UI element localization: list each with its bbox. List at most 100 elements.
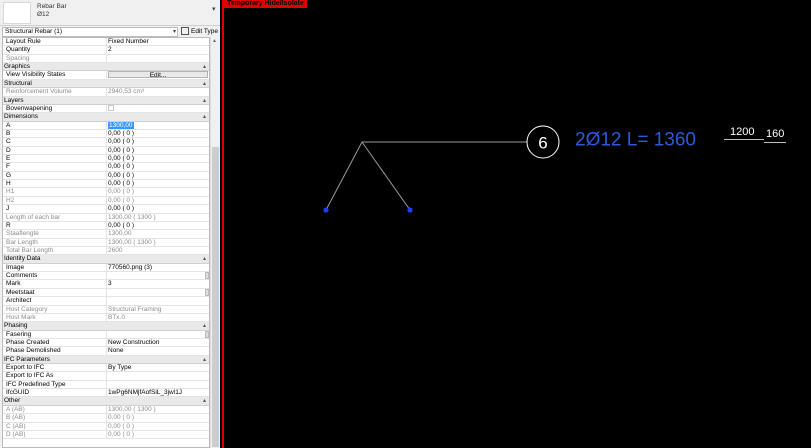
collapse-chevron-icon[interactable]: ▴	[203, 97, 206, 105]
property-value[interactable]: 770560.png (3)	[106, 263, 209, 272]
property-value[interactable]: 0,00 ( 0 )	[106, 180, 209, 188]
property-value-text: 0,00 ( 0 )	[108, 414, 135, 422]
property-value[interactable]: 0,00 ( 0 )	[106, 129, 209, 138]
property-name: Bovenwapening	[6, 104, 53, 112]
property-value: Structural Framing	[106, 305, 209, 313]
property-row-a: A 1300,00	[3, 121, 209, 130]
collapse-chevron-icon[interactable]: ▴	[203, 322, 206, 330]
property-value[interactable]	[106, 330, 209, 338]
property-row-phase-demolished: Phase Demolished None	[3, 347, 209, 356]
rebar-tag-label[interactable]: 2Ø12 L= 1360	[575, 130, 696, 151]
collapse-chevron-icon[interactable]: ▴	[203, 255, 206, 263]
property-value[interactable]: Edit...	[106, 71, 209, 79]
bar-dimension-right: 160	[766, 128, 784, 140]
property-value: 0,00 ( 0 )	[106, 422, 209, 430]
property-row-h1: H1 0,00 ( 0 )	[3, 188, 209, 197]
property-value-text: New Construction	[108, 338, 160, 346]
property-value[interactable]: Fixed Number	[106, 38, 209, 46]
property-value[interactable]: 2	[106, 46, 209, 54]
properties-scrollbar[interactable]: ▲	[210, 37, 219, 448]
chevron-down-icon[interactable]: ▾	[212, 5, 216, 13]
property-value[interactable]: 1wPg6NMjfAofSiL_3jwl1J	[106, 389, 209, 397]
collapse-chevron-icon[interactable]: ▴	[203, 80, 206, 88]
property-value: 0,00 ( 0 )	[106, 430, 209, 439]
property-value[interactable]	[106, 104, 209, 113]
property-value[interactable]	[106, 297, 209, 305]
property-value-text: 0,00 ( 0 )	[108, 138, 135, 146]
property-row-length-of-each-bar: Length of each bar 1300,00 ( 1300 )	[3, 213, 209, 222]
property-row-bar-length: Bar Length 1300,00 ( 1300 )	[3, 238, 209, 247]
group-structural[interactable]: Structural ▴	[3, 79, 209, 89]
property-value[interactable]: None	[106, 347, 209, 355]
property-name: B	[6, 129, 11, 137]
edit-type-button[interactable]: Edit Type	[181, 27, 218, 37]
property-name: Phase Created	[6, 338, 50, 346]
collapse-chevron-icon[interactable]: ▴	[203, 397, 206, 405]
group-graphics[interactable]: Graphics ▴	[3, 63, 209, 72]
property-row-r: R 0,00 ( 0 )	[3, 221, 209, 231]
type-selector[interactable]: Rebar Bar Ø12 ▾	[0, 0, 220, 26]
property-name: Staaflengte	[6, 230, 39, 238]
property-value: 0,00 ( 0 )	[106, 188, 209, 196]
property-row-mark: Mark 3	[3, 280, 209, 289]
property-value[interactable]: New Construction	[106, 338, 209, 347]
property-value-text: By Type	[108, 364, 132, 372]
edit-visibility-button[interactable]: Edit...	[108, 71, 208, 79]
property-value[interactable]: 3	[106, 280, 209, 288]
property-value-text: 0,00 ( 0 )	[108, 180, 135, 188]
property-value[interactable]: 0,00 ( 0 )	[106, 171, 209, 180]
scroll-up-icon[interactable]: ▲	[212, 38, 217, 44]
leader-end-dot-right[interactable]	[407, 207, 413, 213]
field-browse-button[interactable]	[205, 288, 209, 296]
property-value-text: 0,00 ( 0 )	[108, 422, 135, 430]
property-name: A	[6, 121, 11, 129]
property-value[interactable]: 0,00 ( 0 )	[106, 163, 209, 171]
property-row-ifc-predefined-type: IFC Predefined Type	[3, 380, 209, 390]
group-other[interactable]: Other ▴	[3, 397, 209, 406]
group-phasing[interactable]: Phasing ▴	[3, 322, 209, 331]
property-value[interactable]: 0,00 ( 0 )	[106, 138, 209, 146]
property-row-h2: H2 0,00 ( 0 )	[3, 196, 209, 206]
property-row-spacing: Spacing	[3, 54, 209, 64]
property-value[interactable]: By Type	[106, 364, 209, 372]
property-name: Phase Demolished	[6, 347, 61, 355]
scrollbar-thumb[interactable]	[212, 147, 219, 447]
group-layers[interactable]: Layers ▴	[3, 96, 209, 105]
drawing-view[interactable]: 6 2Ø12 L= 1360 1200 160 Temporary Hide/I…	[222, 0, 811, 448]
property-name: Total Bar Length	[6, 246, 54, 254]
group-ifc-parameters[interactable]: IFC Parameters ▴	[3, 355, 209, 365]
property-value[interactable]: 0,00 ( 0 )	[106, 221, 209, 230]
property-value-text: 2600	[108, 246, 123, 254]
property-row-j: J 0,00 ( 0 )	[3, 205, 209, 214]
group-label: Dimensions	[4, 113, 38, 121]
property-value[interactable]: 0,00 ( 0 )	[106, 155, 209, 163]
property-value[interactable]	[106, 372, 209, 380]
field-browse-button[interactable]	[205, 272, 209, 280]
property-row-bovenwapening: Bovenwapening	[3, 104, 209, 114]
property-name: D (AB)	[6, 430, 26, 438]
property-value[interactable]	[106, 288, 209, 297]
property-value-text: 0,00 ( 0 )	[108, 196, 135, 204]
property-value[interactable]: 1300,00	[106, 121, 209, 129]
collapse-chevron-icon[interactable]: ▴	[203, 113, 206, 121]
property-value-selected[interactable]: 1300,00	[108, 121, 134, 129]
instance-filter-dropdown[interactable]: Structural Rebar (1) ▾	[2, 27, 178, 37]
group-label: Layers	[4, 96, 24, 104]
property-value[interactable]: 0,00 ( 0 )	[106, 205, 209, 213]
property-value[interactable]: 0,00 ( 0 )	[106, 146, 209, 155]
property-value[interactable]	[106, 380, 209, 389]
group-label: Graphics	[4, 63, 31, 71]
properties-palette: Rebar Bar Ø12 ▾ Structural Rebar (1) ▾ E…	[0, 0, 220, 448]
field-browse-button[interactable]	[205, 330, 209, 338]
leader-end-dot-left[interactable]	[323, 207, 329, 213]
group-identity-data[interactable]: Identity Data ▴	[3, 255, 209, 264]
property-row-staaflengte: Staaflengte 1300,00	[3, 230, 209, 239]
collapse-chevron-icon[interactable]: ▴	[203, 63, 206, 71]
group-dimensions[interactable]: Dimensions ▴	[3, 113, 209, 122]
property-name: Image	[6, 263, 25, 271]
collapse-chevron-icon[interactable]: ▴	[203, 356, 206, 364]
property-value[interactable]	[106, 272, 209, 280]
property-row-fasering: Fasering	[3, 330, 209, 339]
instance-selector-row: Structural Rebar (1) ▾ Edit Type	[0, 27, 220, 37]
property-checkbox[interactable]	[108, 105, 114, 112]
